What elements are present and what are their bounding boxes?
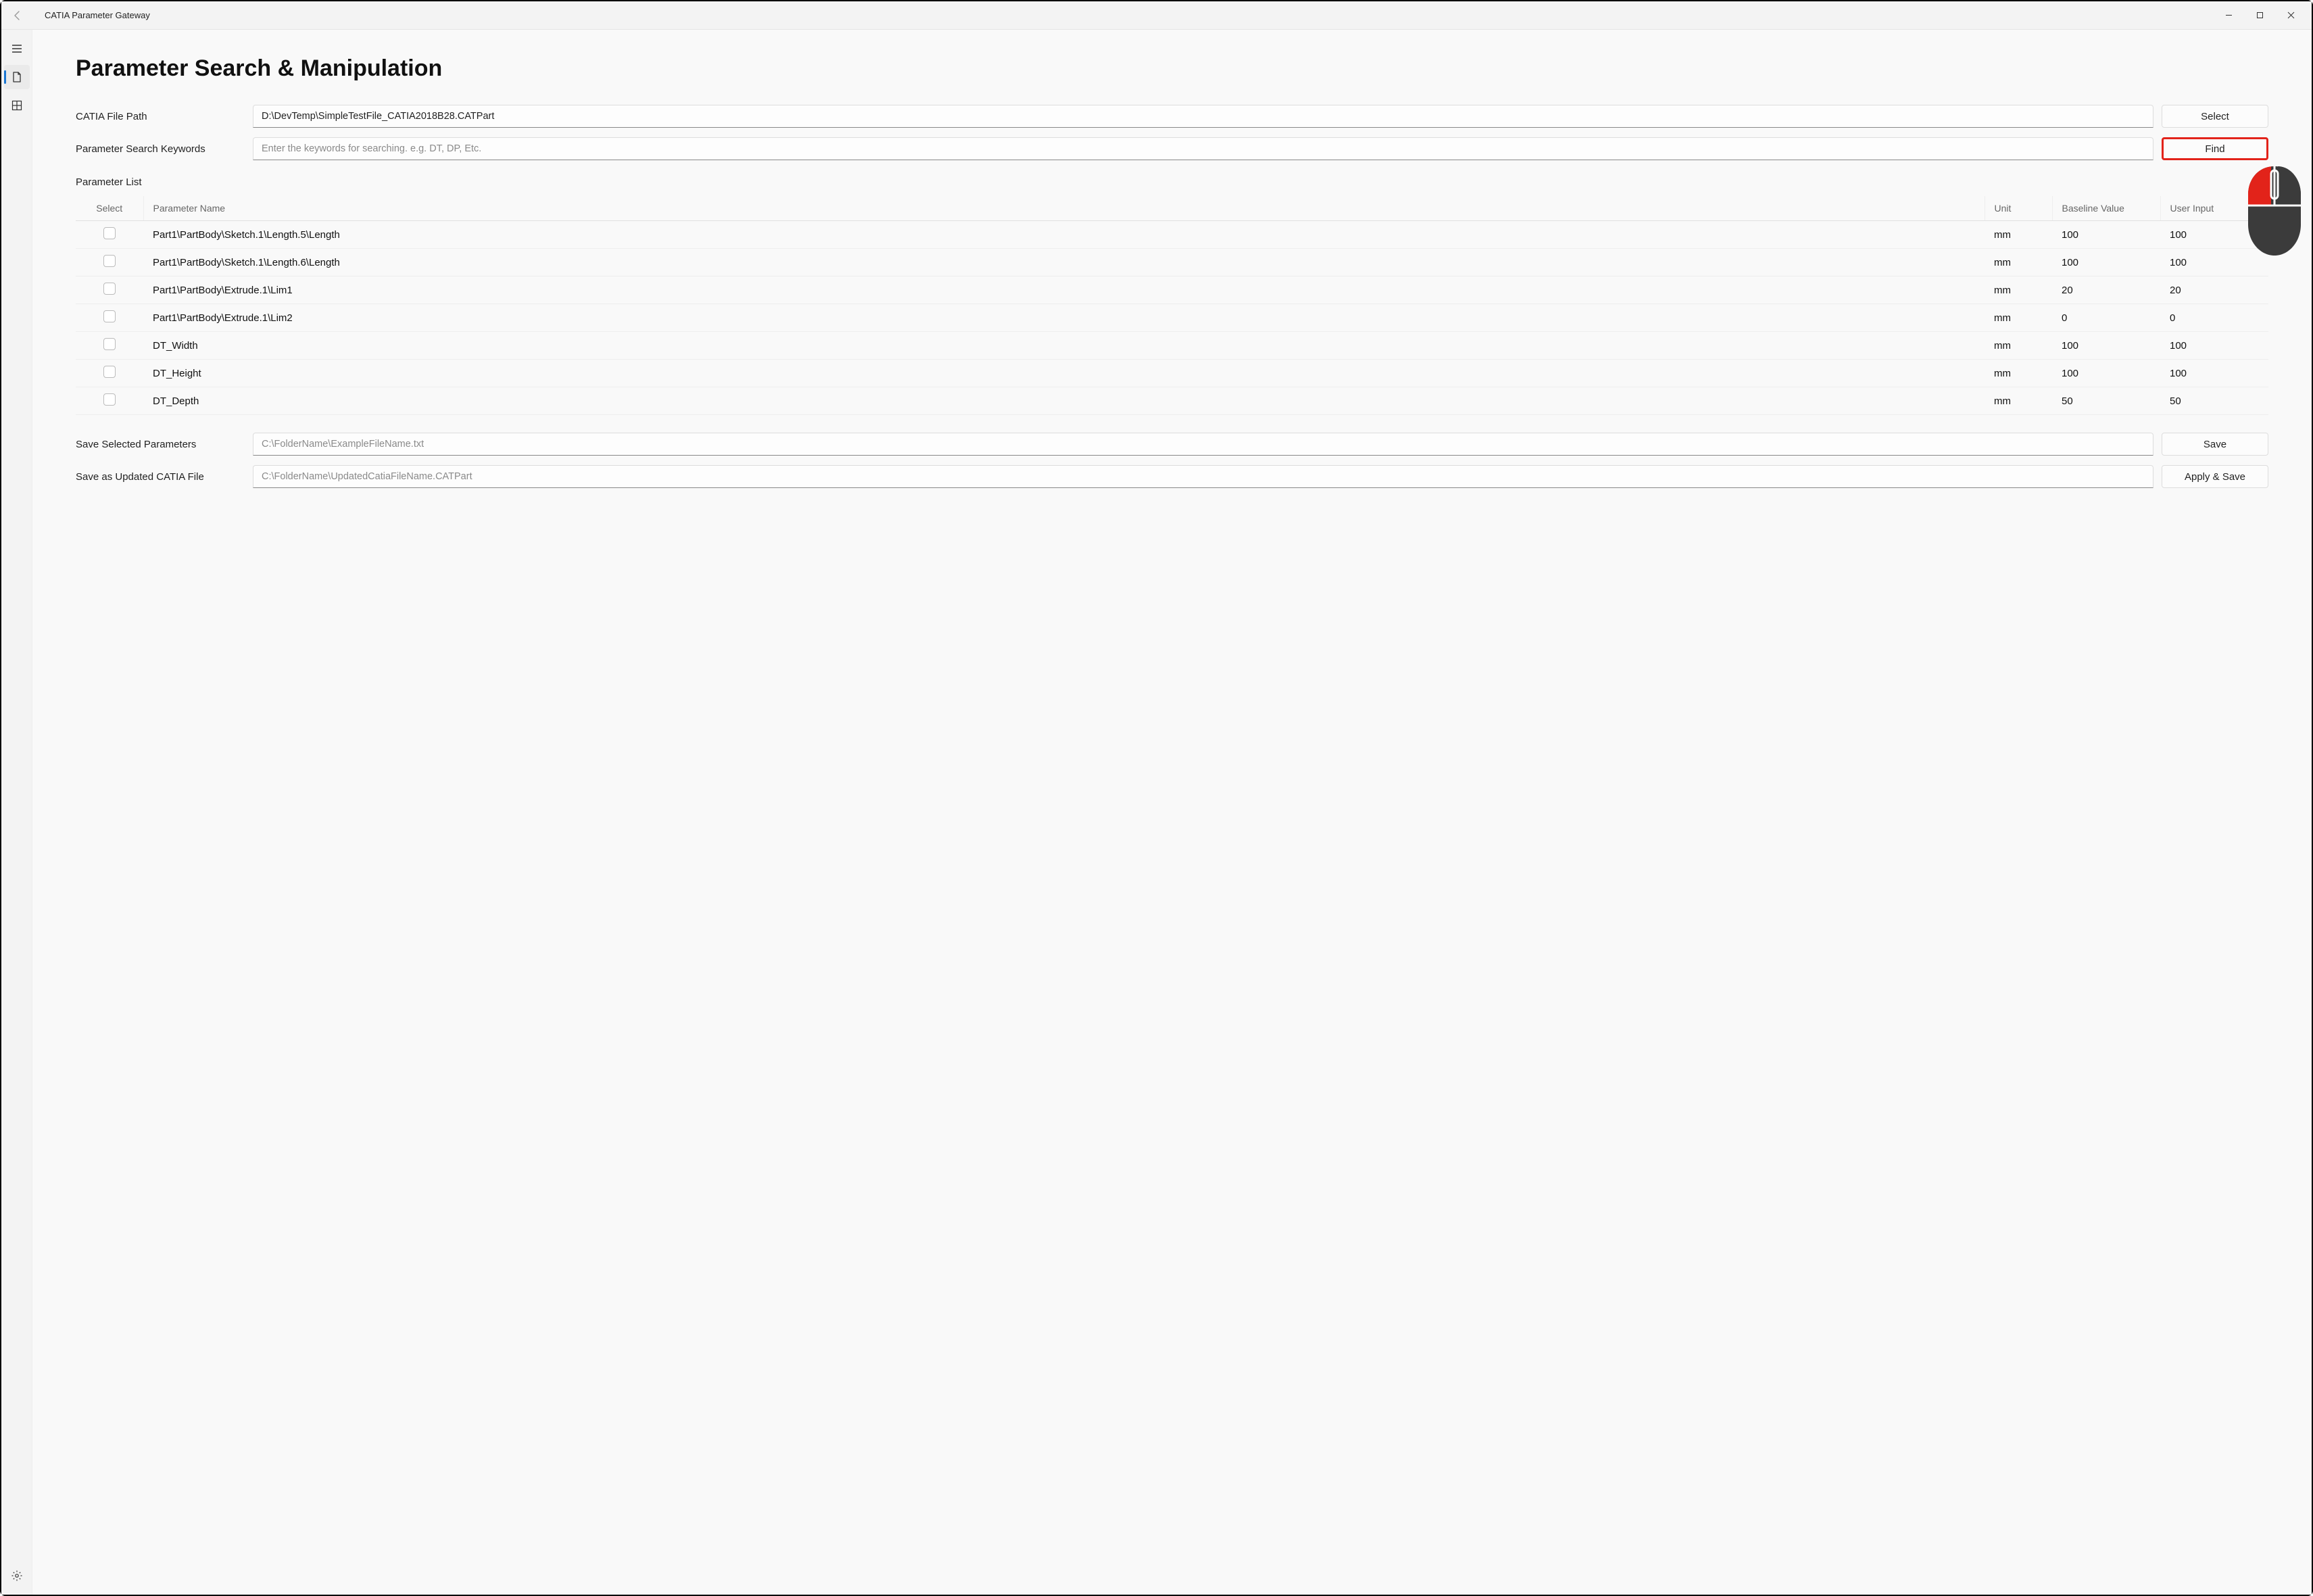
minimize-button[interactable]: [2213, 5, 2244, 26]
cell-baseline: 50: [2052, 387, 2160, 415]
file-path-input[interactable]: [253, 105, 2153, 128]
keywords-input[interactable]: [253, 137, 2153, 160]
cell-baseline: 20: [2052, 276, 2160, 304]
apply-save-button[interactable]: Apply & Save: [2162, 465, 2268, 488]
table-row[interactable]: DT_Heightmm100100: [76, 360, 2268, 387]
app-title: CATIA Parameter Gateway: [45, 10, 150, 20]
cell-name: Part1\PartBody\Extrude.1\Lim2: [143, 304, 1985, 332]
header-baseline[interactable]: Baseline Value: [2052, 196, 2160, 221]
gear-icon: [11, 1570, 23, 1582]
row-checkbox[interactable]: [103, 227, 116, 239]
cell-baseline: 0: [2052, 304, 2160, 332]
maximize-icon: [2256, 11, 2264, 19]
row-checkbox[interactable]: [103, 255, 116, 267]
cell-user[interactable]: 0: [2160, 304, 2268, 332]
arrow-left-icon: [12, 10, 23, 21]
app-window: CATIA Parameter Gateway: [0, 0, 2313, 1596]
titlebar: CATIA Parameter Gateway: [1, 1, 2312, 30]
grid-icon: [11, 99, 23, 112]
header-user[interactable]: User Input: [2160, 196, 2268, 221]
row-checkbox[interactable]: [103, 283, 116, 295]
cell-unit: mm: [1985, 387, 2052, 415]
table-row[interactable]: Part1\PartBody\Extrude.1\Lim2mm00: [76, 304, 2268, 332]
window-controls: [2213, 5, 2306, 26]
sidebar-item-grid[interactable]: [4, 93, 30, 118]
row-checkbox[interactable]: [103, 366, 116, 378]
cell-unit: mm: [1985, 249, 2052, 276]
save-selected-label: Save Selected Parameters: [76, 439, 245, 450]
sidebar: [1, 30, 32, 1595]
keywords-row: Parameter Search Keywords Find: [76, 137, 2268, 160]
cell-name: DT_Height: [143, 360, 1985, 387]
cell-name: DT_Width: [143, 332, 1985, 360]
cell-baseline: 100: [2052, 360, 2160, 387]
header-unit[interactable]: Unit: [1985, 196, 2052, 221]
file-path-label: CATIA File Path: [76, 111, 245, 122]
table-header-row: Select Parameter Name Unit Baseline Valu…: [76, 196, 2268, 221]
select-button[interactable]: Select: [2162, 105, 2268, 128]
cell-unit: mm: [1985, 304, 2052, 332]
table-row[interactable]: DT_Depthmm5050: [76, 387, 2268, 415]
cell-user[interactable]: 20: [2160, 276, 2268, 304]
row-checkbox[interactable]: [103, 310, 116, 322]
table-row[interactable]: Part1\PartBody\Sketch.1\Length.6\Lengthm…: [76, 249, 2268, 276]
find-button[interactable]: Find: [2162, 137, 2268, 160]
hamburger-icon: [11, 43, 23, 55]
cell-user[interactable]: 100: [2160, 221, 2268, 249]
header-name[interactable]: Parameter Name: [143, 196, 1985, 221]
keywords-label: Parameter Search Keywords: [76, 143, 245, 155]
cell-name: Part1\PartBody\Extrude.1\Lim1: [143, 276, 1985, 304]
parameter-list-label: Parameter List: [76, 176, 2268, 188]
save-selected-row: Save Selected Parameters Save: [76, 433, 2268, 456]
save-updated-input[interactable]: [253, 465, 2153, 488]
cell-baseline: 100: [2052, 249, 2160, 276]
cell-unit: mm: [1985, 221, 2052, 249]
table-row[interactable]: DT_Widthmm100100: [76, 332, 2268, 360]
sidebar-hamburger[interactable]: [4, 37, 30, 61]
cell-unit: mm: [1985, 360, 2052, 387]
cell-baseline: 100: [2052, 332, 2160, 360]
close-icon: [2287, 11, 2295, 19]
cell-name: DT_Depth: [143, 387, 1985, 415]
row-checkbox[interactable]: [103, 338, 116, 350]
cell-name: Part1\PartBody\Sketch.1\Length.5\Length: [143, 221, 1985, 249]
cell-baseline: 100: [2052, 221, 2160, 249]
cell-unit: mm: [1985, 276, 2052, 304]
save-selected-input[interactable]: [253, 433, 2153, 456]
table-row[interactable]: Part1\PartBody\Extrude.1\Lim1mm2020: [76, 276, 2268, 304]
close-button[interactable]: [2275, 5, 2306, 26]
maximize-button[interactable]: [2244, 5, 2275, 26]
main-content: Parameter Search & Manipulation CATIA Fi…: [32, 30, 2312, 1595]
body: Parameter Search & Manipulation CATIA Fi…: [1, 30, 2312, 1595]
save-updated-label: Save as Updated CATIA File: [76, 471, 245, 483]
row-checkbox[interactable]: [103, 393, 116, 406]
back-button[interactable]: [7, 5, 28, 26]
page-icon: [11, 71, 23, 83]
header-select[interactable]: Select: [76, 196, 143, 221]
page-title: Parameter Search & Manipulation: [76, 55, 2268, 82]
file-path-row: CATIA File Path Select: [76, 105, 2268, 128]
cell-unit: mm: [1985, 332, 2052, 360]
sidebar-item-page[interactable]: [4, 65, 30, 89]
table-row[interactable]: Part1\PartBody\Sketch.1\Length.5\Lengthm…: [76, 221, 2268, 249]
sidebar-settings[interactable]: [4, 1564, 30, 1588]
save-updated-row: Save as Updated CATIA File Apply & Save: [76, 465, 2268, 488]
cell-user[interactable]: 100: [2160, 249, 2268, 276]
cell-user[interactable]: 50: [2160, 387, 2268, 415]
save-button[interactable]: Save: [2162, 433, 2268, 456]
cell-name: Part1\PartBody\Sketch.1\Length.6\Length: [143, 249, 1985, 276]
cell-user[interactable]: 100: [2160, 332, 2268, 360]
minimize-icon: [2225, 11, 2233, 19]
parameter-table: Select Parameter Name Unit Baseline Valu…: [76, 196, 2268, 415]
cell-user[interactable]: 100: [2160, 360, 2268, 387]
